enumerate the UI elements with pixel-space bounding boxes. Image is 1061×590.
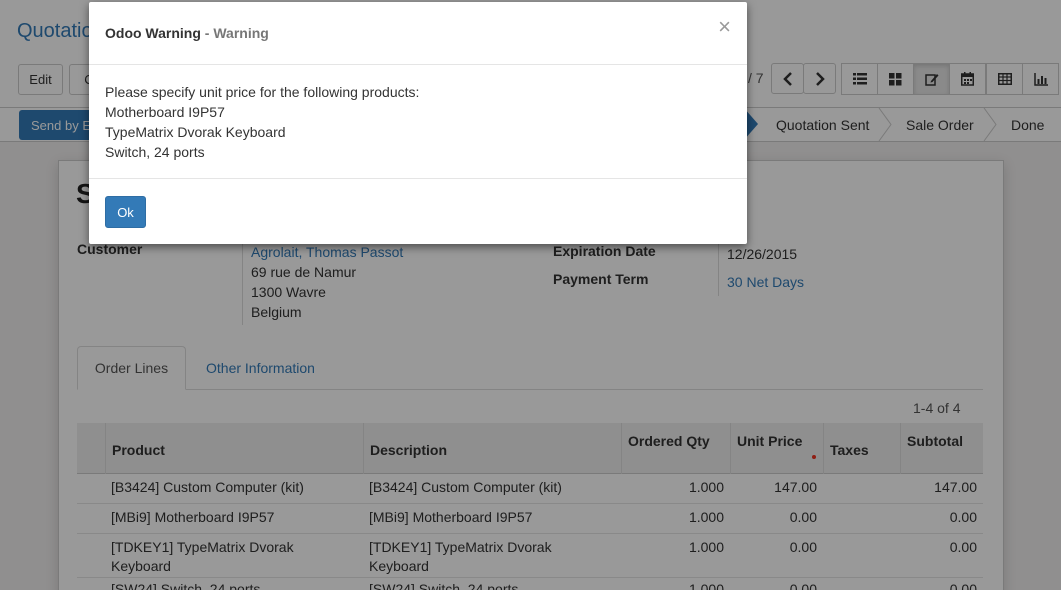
dialog-body: Please specify unit price for the follow…	[105, 82, 419, 162]
warning-dialog: Odoo Warning - Warning × Please specify …	[89, 2, 747, 244]
dialog-header: Odoo Warning - Warning ×	[89, 2, 747, 65]
dialog-title: Odoo Warning - Warning	[105, 25, 269, 41]
dialog-footer: Ok	[89, 178, 747, 244]
warning-message: Please specify unit price for the follow…	[105, 84, 420, 100]
product-list-item: TypeMatrix Dvorak Keyboard	[105, 124, 286, 140]
product-list-item: Switch, 24 ports	[105, 144, 205, 160]
close-icon[interactable]: ×	[718, 16, 731, 38]
product-list-item: Motherboard I9P57	[105, 104, 225, 120]
dialog-title-text: Odoo Warning	[105, 25, 201, 41]
dialog-subtitle: - Warning	[200, 25, 269, 41]
ok-button[interactable]: Ok	[105, 196, 146, 228]
